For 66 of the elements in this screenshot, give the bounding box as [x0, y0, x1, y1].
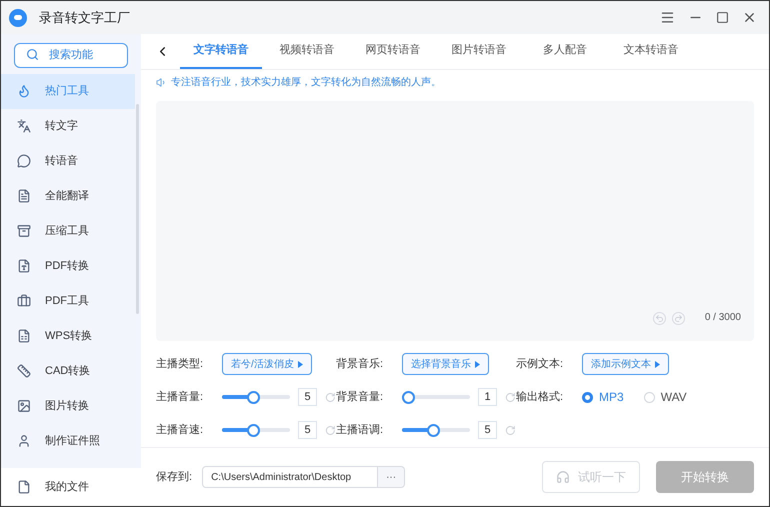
tab[interactable]: 网页转语音	[352, 34, 434, 69]
menu-icon[interactable]	[660, 10, 675, 25]
close-icon[interactable]	[742, 10, 757, 25]
setting-label: 主播类型:	[156, 356, 204, 372]
sidebar-item[interactable]: 制作证件照	[1, 424, 135, 458]
radio-option[interactable]: MP3	[582, 388, 624, 406]
image-icon	[17, 399, 31, 413]
setting-label: 主播音速:	[156, 422, 204, 438]
notice-text: 专注语音行业，技术实力雄厚，文字转化为自然流畅的人声。	[171, 76, 441, 90]
person-icon	[17, 434, 31, 448]
document-icon	[17, 329, 31, 343]
document-icon	[17, 259, 31, 273]
speaker-icon	[156, 76, 167, 88]
tab[interactable]: 文本转语音	[610, 34, 692, 69]
setting-label: 背景音乐:	[336, 356, 384, 372]
caret-icon	[298, 360, 303, 368]
sidebar-item[interactable]: 压缩工具	[1, 214, 135, 248]
setting-label: 输出格式:	[516, 390, 564, 405]
tab[interactable]: 文字转语音	[180, 34, 262, 69]
save-label: 保存到:	[156, 470, 192, 485]
chat-icon	[17, 154, 31, 168]
picker-button[interactable]: 若兮/活泼俏皮	[222, 353, 312, 375]
path-field[interactable]: C:\Users\Administrator\Desktop	[202, 466, 378, 488]
sidebar-item[interactable]: 我的文件	[1, 468, 141, 506]
setting-label: 示例文本:	[516, 356, 564, 372]
sidebar-item[interactable]: 转文字	[1, 108, 135, 144]
setting-label: 主播语调:	[336, 422, 384, 438]
slider[interactable]	[222, 390, 290, 404]
window-title: 录音转文字工厂	[39, 8, 130, 27]
slider[interactable]	[222, 423, 290, 437]
text-letter-icon	[17, 119, 31, 133]
tab[interactable]: 视频转语音	[266, 34, 348, 69]
character-counter: 0 / 3000	[704, 311, 741, 325]
ruler-icon	[17, 364, 31, 378]
document-icon	[17, 189, 31, 203]
caret-icon	[475, 360, 480, 368]
tab[interactable]: 图片转语音	[438, 34, 520, 69]
value-field[interactable]: 5	[298, 421, 318, 439]
sidebar-item[interactable]: WPS转换	[1, 318, 135, 354]
briefcase-icon	[17, 294, 31, 308]
browse-button[interactable]: ···	[378, 466, 406, 488]
headphones-icon	[556, 470, 570, 484]
value-field[interactable]: 5	[478, 421, 498, 439]
tab[interactable]: 多人配音	[524, 34, 606, 69]
value-field[interactable]: 1	[478, 388, 498, 406]
setting-label: 背景音量:	[336, 390, 384, 405]
document-icon	[17, 480, 31, 494]
setting-label: 主播音量:	[156, 390, 204, 405]
picker-button[interactable]: 添加示例文本	[582, 353, 669, 375]
slider[interactable]	[402, 390, 470, 404]
archive-icon	[17, 224, 31, 238]
sidebar-item[interactable]: PDF转换	[1, 248, 135, 284]
sidebar-item[interactable]: 转语音	[1, 144, 135, 178]
slider[interactable]	[402, 423, 470, 437]
sidebar-item[interactable]: 图片转换	[1, 388, 135, 424]
sidebar-item[interactable]: 全能翻译	[1, 178, 135, 214]
sidebar-item[interactable]: CAD转换	[1, 354, 135, 388]
flame-icon	[17, 84, 31, 98]
caret-icon	[655, 360, 660, 368]
search-icon	[26, 48, 39, 61]
value-field[interactable]: 5	[298, 388, 318, 406]
sidebar-item[interactable]: PDF工具	[1, 284, 135, 318]
radio-option[interactable]: WAV	[644, 388, 687, 406]
app-logo-icon	[9, 8, 27, 26]
maximize-icon[interactable]	[716, 11, 729, 24]
search-field[interactable]: 搜索功能	[14, 42, 128, 68]
